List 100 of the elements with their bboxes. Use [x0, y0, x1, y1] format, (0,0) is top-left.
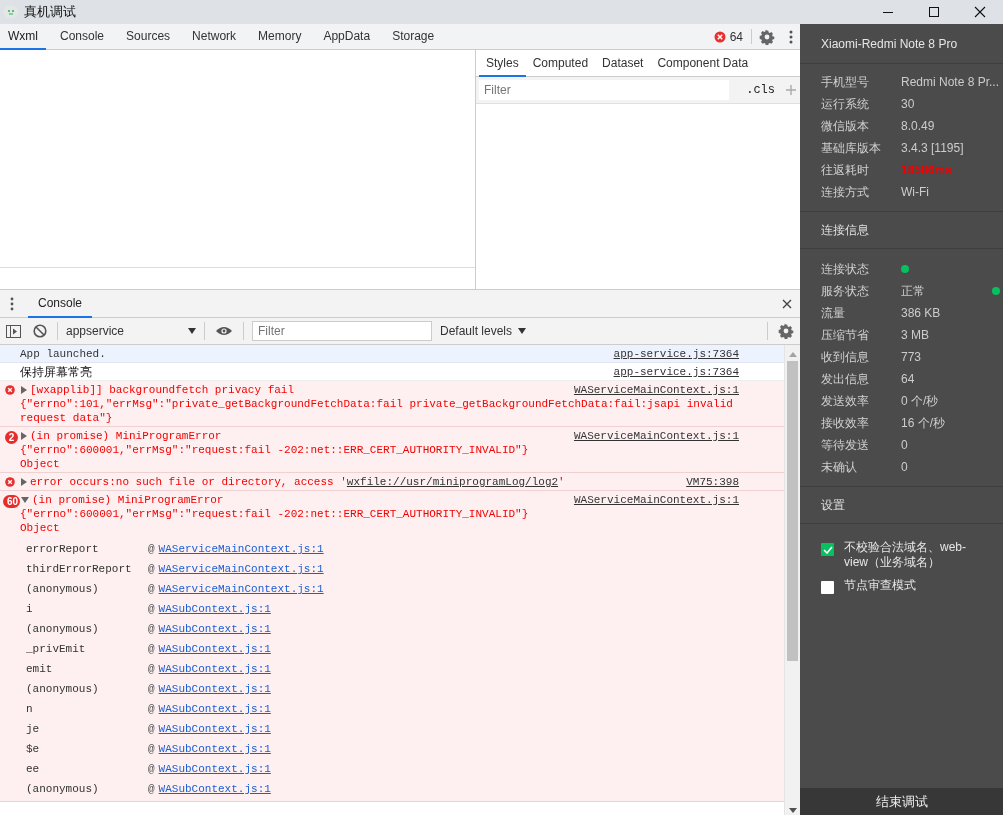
error-icon — [713, 30, 726, 43]
sidebar-toggle-icon[interactable] — [6, 324, 21, 338]
source-link[interactable]: WAServiceMainContext.js:1 — [573, 429, 784, 443]
info-label: 发出信息 — [821, 370, 870, 388]
close-icon[interactable] — [782, 298, 792, 309]
stack-function: thirdErrorReport — [26, 562, 133, 576]
message-text: (in promise) MiniProgramError — [32, 493, 225, 507]
device-name: Xiaomi-Redmi Note 8 Pro — [800, 24, 1003, 64]
message-detail: Object — [20, 457, 61, 471]
message-detail: Object — [20, 521, 61, 535]
collapsed-arrow-icon[interactable] — [21, 386, 27, 394]
stack-link[interactable]: WAServiceMainContext.js:1 — [158, 543, 324, 555]
error-counter[interactable]: 64 — [713, 29, 752, 44]
stack-link[interactable]: WASubContext.js:1 — [158, 603, 271, 615]
source-link[interactable]: app-service.js:7364 — [613, 347, 784, 361]
info-label: 服务状态 — [821, 282, 870, 300]
info-label: 收到信息 — [821, 348, 870, 366]
stack-function: je — [26, 722, 41, 736]
stack-link[interactable]: WAServiceMainContext.js:1 — [158, 583, 324, 595]
devtools-tab[interactable]: Console — [52, 24, 113, 50]
devtools-tab[interactable]: Memory — [250, 24, 310, 50]
more-menu-icon[interactable] — [789, 29, 793, 44]
source-link[interactable]: VM75:398 — [686, 475, 784, 489]
at-sign: @ — [148, 683, 155, 695]
info-value: 0 — [901, 460, 908, 474]
devtools-tab[interactable]: Sources — [118, 24, 179, 50]
message-detail: {"errno":600001,"errMsg":"request:fail -202:net::ERR_CERT_AUTHORITY_INVALID"} — [20, 507, 530, 521]
info-label: 流量 — [821, 304, 846, 322]
stack-link[interactable]: WASubContext.js:1 — [158, 723, 271, 735]
collapsed-arrow-icon[interactable] — [21, 432, 27, 440]
devtools-tab[interactable]: AppData — [315, 24, 379, 50]
scrollbar-thumb[interactable] — [787, 361, 798, 661]
stack-function: emit — [26, 662, 54, 676]
context-dropdown[interactable]: appservice — [62, 324, 200, 338]
settings-icon[interactable] — [759, 28, 775, 45]
info-value: 773 — [901, 350, 922, 364]
devtools-tab[interactable]: Storage — [384, 24, 443, 50]
at-sign: @ — [148, 723, 155, 735]
info-value: 3.4.3 [1195] — [901, 141, 964, 155]
filter-field[interactable]: Filter — [252, 321, 432, 341]
checkbox[interactable] — [821, 581, 834, 594]
end-debug-button[interactable]: 结束调试 — [800, 788, 1003, 815]
eye-icon[interactable] — [215, 325, 233, 337]
stack-link[interactable]: WASubContext.js:1 — [158, 663, 271, 675]
message-text: error occurs:no such file or directory, access 'wxfile://usr/miniprogramLog/log2' — [30, 475, 566, 489]
stack-link[interactable]: WASubContext.js:1 — [158, 623, 271, 635]
stack-link[interactable]: WASubContext.js:1 — [158, 683, 271, 695]
context-label: appservice — [66, 324, 125, 338]
info-label: 连接状态 — [821, 260, 870, 278]
stack-link[interactable]: WASubContext.js:1 — [158, 743, 271, 755]
styles-tab[interactable]: Component Data — [650, 50, 756, 77]
filter-field[interactable]: Filter — [479, 80, 729, 100]
stack-link[interactable]: WAServiceMainContext.js:1 — [158, 563, 324, 575]
stack-link[interactable]: WASubContext.js:1 — [158, 643, 271, 655]
drawer-menu-icon[interactable] — [10, 296, 14, 311]
message-detail: {"errno":600001,"errMsg":"request:fail -202:net::ERR_CERT_AUTHORITY_INVALID"} — [20, 443, 530, 457]
devtools-tab[interactable]: Network — [184, 24, 245, 50]
section-title: 连接信息 — [800, 212, 1003, 249]
stack-link[interactable]: WASubContext.js:1 — [158, 703, 271, 715]
source-link[interactable]: app-service.js:7364 — [613, 365, 784, 379]
stack-function: errorReport — [26, 542, 100, 556]
styles-tab[interactable]: Computed — [525, 50, 596, 77]
source-link[interactable]: WAServiceMainContext.js:1 — [573, 383, 784, 397]
devtools-tab[interactable]: Wxml — [0, 24, 46, 50]
check-icon — [822, 545, 833, 554]
stack-function: (anonymous) — [26, 582, 100, 596]
info-label: 连接方式 — [821, 183, 870, 201]
stack-link[interactable]: WASubContext.js:1 — [158, 763, 271, 775]
stack-function: n — [26, 702, 34, 716]
info-value: Redmi Note 8 Pr... — [901, 75, 1000, 89]
info-value: 30 — [901, 97, 915, 111]
scrollbar[interactable] — [784, 345, 800, 815]
settings-icon[interactable] — [778, 323, 794, 339]
info-label: 基础库版本 — [821, 139, 882, 157]
error-count-badge: 2 — [4, 431, 19, 444]
levels-dropdown[interactable]: Default levels — [440, 324, 527, 338]
section-title: 设置 — [800, 487, 1003, 524]
info-label: 微信版本 — [821, 117, 870, 135]
cls-button[interactable]: .cls — [740, 83, 781, 97]
at-sign: @ — [148, 703, 155, 715]
clear-console-icon[interactable] — [33, 324, 47, 338]
info-value: 64 — [901, 372, 915, 386]
styles-tab[interactable]: Dataset — [595, 50, 651, 77]
checkbox-label: 节点审查模式 — [844, 578, 917, 593]
stack-function: $e — [26, 742, 41, 756]
at-sign: @ — [148, 543, 155, 555]
file-link[interactable]: wxfile://usr/miniprogramLog/log2 — [346, 476, 559, 488]
stack-function: i — [26, 602, 34, 616]
checkbox[interactable] — [821, 543, 834, 556]
info-value: 386 KB — [901, 306, 941, 320]
caret-icon — [188, 328, 196, 334]
info-label: 运行系统 — [821, 95, 870, 113]
at-sign: @ — [148, 563, 155, 575]
window-title: 真机调试 — [24, 3, 76, 21]
source-link[interactable]: WAServiceMainContext.js:1 — [573, 493, 784, 507]
stack-function: ee — [26, 762, 41, 776]
stack-link[interactable]: WASubContext.js:1 — [158, 783, 271, 795]
info-value: 正常 — [901, 282, 925, 300]
at-sign: @ — [148, 783, 155, 795]
expanded-arrow-icon[interactable] — [21, 497, 29, 503]
